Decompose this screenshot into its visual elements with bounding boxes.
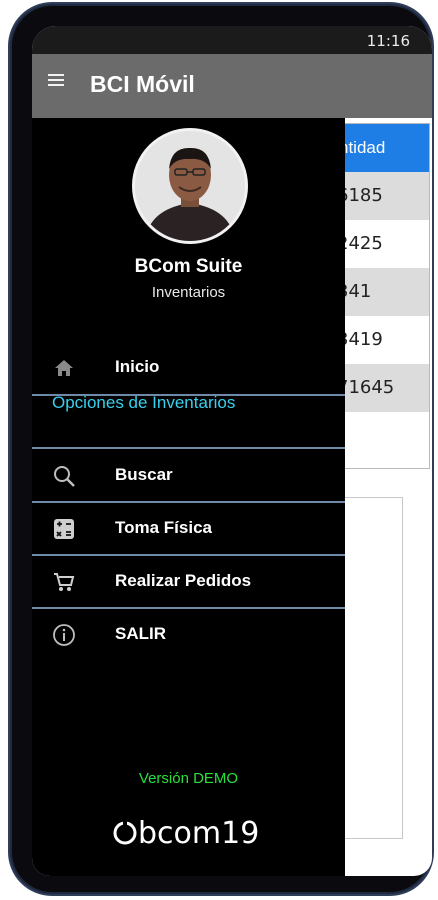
- user-photo: [135, 131, 245, 241]
- divider: [32, 447, 345, 449]
- user-subtitle: Inventarios: [151, 284, 226, 301]
- table-row[interactable]: 3419: [333, 316, 429, 364]
- nav-item-buscar[interactable]: Buscar: [32, 450, 345, 502]
- table-row[interactable]: 2425: [333, 220, 429, 268]
- table-row[interactable]: 6185: [333, 172, 429, 220]
- nav-item-inicio[interactable]: Inicio: [32, 342, 345, 394]
- phone-frame: 11:16 BCI Móvil ntidad 6185 2425 341 341…: [12, 6, 432, 892]
- table-header: ntidad: [333, 124, 429, 172]
- status-time: 11:16: [366, 32, 410, 50]
- calculator-icon: [52, 517, 76, 541]
- nav-item-salir[interactable]: SALIR: [32, 609, 345, 661]
- nav-item-toma-fisica[interactable]: Toma Física: [32, 503, 345, 555]
- navigation-drawer: BCom Suite Inventarios Inicio Opciones d…: [32, 118, 345, 876]
- nav-item-label: Realizar Pedidos: [115, 571, 252, 590]
- notes-textarea[interactable]: [335, 497, 403, 839]
- home-icon: [52, 356, 76, 380]
- app-bar: BCI Móvil: [32, 54, 432, 118]
- info-icon: [52, 623, 76, 647]
- table-row[interactable]: 71645: [333, 364, 429, 412]
- status-bar: 11:16: [32, 26, 432, 54]
- nav-item-label: Buscar: [115, 465, 173, 484]
- avatar[interactable]: [132, 128, 248, 244]
- app-title: BCI Móvil: [90, 71, 195, 97]
- search-icon: [52, 464, 76, 488]
- screen: 11:16 BCI Móvil ntidad 6185 2425 341 341…: [32, 26, 432, 876]
- nav-item-label: Inicio: [115, 357, 160, 376]
- quantity-table: ntidad 6185 2425 341 3419 71645: [332, 123, 430, 469]
- user-name: BCom Suite: [134, 256, 243, 277]
- version-label: Versión DEMO: [138, 770, 239, 787]
- hamburger-menu-icon[interactable]: [48, 74, 64, 94]
- nav-item-label: SALIR: [115, 624, 166, 643]
- logo-text: bcom19: [138, 816, 260, 851]
- nav-item-realizar-pedidos[interactable]: Realizar Pedidos: [32, 556, 345, 608]
- cart-icon: [52, 570, 76, 594]
- company-logo: bcom19: [112, 816, 259, 851]
- table-row[interactable]: 341: [333, 268, 429, 316]
- section-header: Opciones de Inventarios: [52, 393, 236, 412]
- nav-item-label: Toma Física: [115, 518, 212, 537]
- logo-ring-icon: [113, 820, 137, 845]
